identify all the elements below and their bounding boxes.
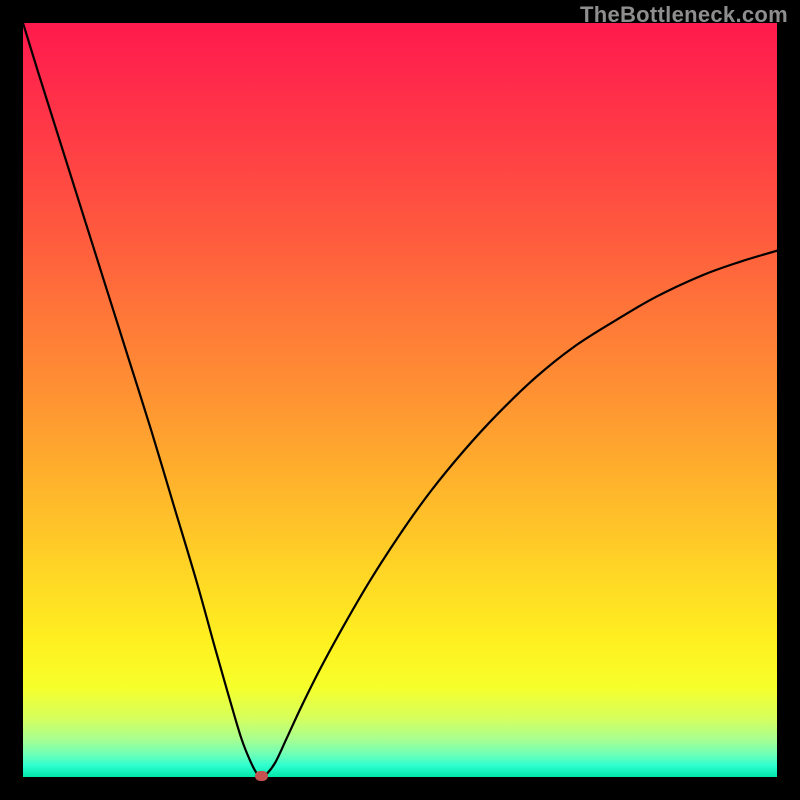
chart-frame: TheBottleneck.com	[0, 0, 800, 800]
plot-area	[23, 23, 777, 777]
bottleneck-curve	[23, 23, 777, 777]
minimum-marker	[255, 771, 268, 781]
